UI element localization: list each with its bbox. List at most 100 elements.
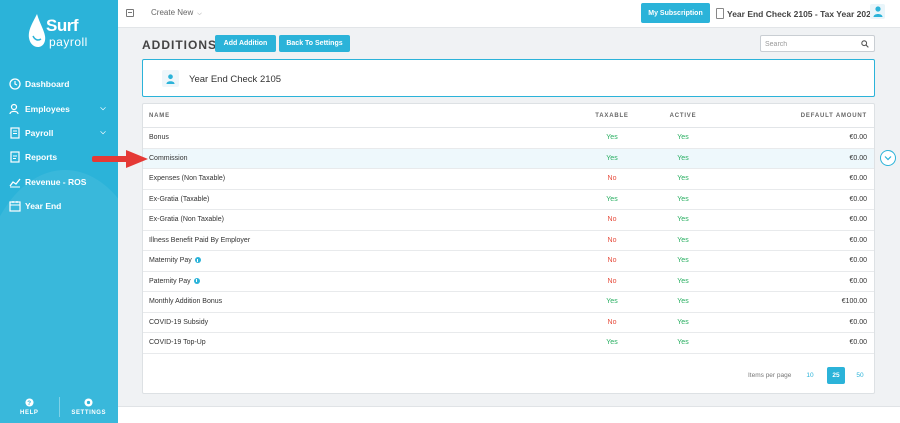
create-new-label: Create New	[151, 8, 194, 17]
row-default-amount: €0.00	[849, 277, 867, 285]
sidebar-item-label: Dashboard	[25, 79, 70, 90]
row-taxable: Yes	[606, 195, 618, 203]
sidebar-item-label: Year End	[25, 201, 62, 212]
top-bar: Create New ⌵ My Subscription Year End Che…	[118, 0, 900, 28]
header-name[interactable]: NAME	[149, 104, 170, 128]
row-active: Yes	[677, 298, 689, 305]
row-active: Yes	[677, 257, 689, 264]
user-avatar[interactable]	[870, 4, 885, 19]
row-active: Yes	[677, 154, 689, 162]
chevron-down-icon: ⌵	[100, 128, 106, 136]
sidebar-item-dashboard[interactable]: Dashboard	[0, 72, 118, 96]
table-row[interactable]: Paternity Pay No Yes €0.00	[143, 272, 874, 292]
pagination: Items per page 10 25 50	[143, 367, 874, 385]
sidebar-item-label: Revenue - ROS	[25, 176, 87, 187]
row-active: Yes	[677, 236, 689, 244]
row-name: Paternity Pay	[149, 272, 200, 292]
red-arrow-annotation	[92, 150, 148, 168]
header-taxable[interactable]: TAXABLE	[583, 104, 641, 128]
row-taxable: Yes	[606, 134, 618, 141]
sidebar: Surf payroll Dashboard Employees ⌵ Payroll ⌵…	[0, 0, 118, 423]
row-expand-button[interactable]	[880, 150, 896, 166]
row-name: Illness Benefit Paid By Employer	[149, 236, 251, 244]
row-default-amount: €0.00	[849, 154, 867, 162]
items-per-page-label: Items per page	[748, 372, 792, 379]
sidebar-item-employees[interactable]: Employees ⌵	[0, 96, 118, 120]
page-title: ADDITIONS	[142, 38, 217, 52]
header-active[interactable]: ACTIVE	[658, 104, 708, 128]
row-active: Yes	[677, 339, 689, 346]
settings-gear-icon	[84, 398, 93, 407]
table-row[interactable]: Monthly Addition Bonus Yes Yes €100.00	[143, 292, 874, 313]
row-active: Yes	[677, 277, 689, 285]
table-body: Bonus Yes Yes €0.00 Commission Yes Yes €0.00 Exp…	[143, 128, 874, 354]
table-row[interactable]: COVID-19 Top-Up Yes Yes €0.00	[143, 333, 874, 354]
table-row[interactable]: Illness Benefit Paid By Employer No Yes €0.…	[143, 231, 874, 251]
table-row[interactable]: COVID-19 Subsidy No Yes €0.00	[143, 313, 874, 333]
page-size-option-10[interactable]: 10	[801, 367, 819, 384]
row-default-amount: €0.00	[849, 134, 867, 141]
employees-icon	[9, 103, 19, 114]
page-size-option-50[interactable]: 50	[851, 367, 869, 384]
table-header: NAME TAXABLE ACTIVE DEFAULT AMOUNT	[143, 104, 874, 128]
row-taxable: No	[607, 236, 617, 244]
employer-title[interactable]: Year End Check 2105 - Tax Year 2020	[727, 9, 876, 19]
calendar-icon	[9, 201, 21, 212]
row-default-amount: €0.00	[849, 195, 867, 203]
sidebar-item-payroll[interactable]: Payroll ⌵	[0, 121, 118, 145]
help-button[interactable]: ? HELP	[0, 391, 59, 423]
row-name: Bonus	[149, 134, 169, 141]
clock-icon	[9, 78, 21, 90]
table-row[interactable]: Ex-Gratia (Taxable) Yes Yes €0.00	[143, 190, 874, 210]
chart-icon	[9, 178, 21, 188]
info-icon[interactable]	[193, 277, 200, 284]
my-subscription-button[interactable]: My Subscription	[641, 3, 710, 23]
sidebar-item-label: Employees	[25, 103, 70, 114]
sidebar-item-year-end[interactable]: Year End	[0, 194, 118, 218]
logo-payroll-text: payroll	[49, 35, 88, 49]
table-row[interactable]: Bonus Yes Yes €0.00	[143, 128, 874, 149]
sidebar-footer: ? HELP SETTINGS	[0, 391, 118, 423]
wave-logo-icon	[28, 14, 46, 47]
row-name: Monthly Addition Bonus	[149, 298, 223, 305]
search-box	[760, 35, 875, 52]
additions-table: NAME TAXABLE ACTIVE DEFAULT AMOUNT Bonus…	[142, 103, 875, 394]
search-input[interactable]	[765, 38, 855, 50]
row-active: Yes	[677, 318, 689, 326]
sidebar-item-revenue-ros[interactable]: Revenue - ROS	[0, 170, 118, 194]
row-default-amount: €0.00	[849, 339, 867, 346]
settings-button[interactable]: SETTINGS	[60, 391, 119, 423]
chevron-down-icon: ⌵	[197, 11, 202, 17]
row-default-amount: €0.00	[849, 318, 867, 326]
surf-payroll-logo[interactable]: Surf payroll	[28, 12, 98, 57]
employee-avatar	[162, 70, 179, 87]
search-icon[interactable]	[861, 40, 869, 48]
header-default-amount[interactable]: DEFAULT AMOUNT	[801, 104, 867, 128]
bottom-strip	[118, 406, 900, 423]
row-taxable: Yes	[606, 298, 618, 305]
row-taxable: Yes	[606, 339, 618, 346]
table-row[interactable]: Expenses (Non Taxable) No Yes €0.00	[143, 169, 874, 190]
page-size-option-25[interactable]: 25	[827, 367, 845, 384]
row-name: Ex-Gratia (Taxable)	[149, 195, 210, 203]
table-row[interactable]: Ex-Gratia (Non Taxable) No Yes €0.00	[143, 210, 874, 231]
menu-toggle-icon[interactable]	[126, 9, 134, 17]
table-row[interactable]: Commission Yes Yes €0.00	[143, 148, 874, 169]
building-icon	[716, 8, 724, 19]
row-default-amount: €0.00	[849, 216, 867, 223]
back-to-settings-button[interactable]: Back To Settings	[279, 35, 350, 52]
help-icon: ?	[25, 398, 34, 407]
row-taxable: No	[607, 216, 617, 223]
create-new-dropdown[interactable]: Create New ⌵	[151, 8, 202, 18]
settings-label: SETTINGS	[71, 410, 107, 416]
row-taxable: No	[607, 318, 617, 326]
chevron-down-icon: ⌵	[100, 104, 106, 112]
table-row[interactable]: Maternity Pay No Yes €0.00	[143, 251, 874, 272]
add-addition-button[interactable]: Add Addition	[215, 35, 276, 52]
logo-surf-text: Surf	[46, 16, 79, 35]
help-label: HELP	[20, 410, 39, 416]
row-taxable: No	[607, 257, 617, 264]
row-default-amount: €100.00	[841, 298, 867, 305]
info-icon[interactable]	[194, 257, 201, 263]
row-active: Yes	[677, 134, 689, 141]
